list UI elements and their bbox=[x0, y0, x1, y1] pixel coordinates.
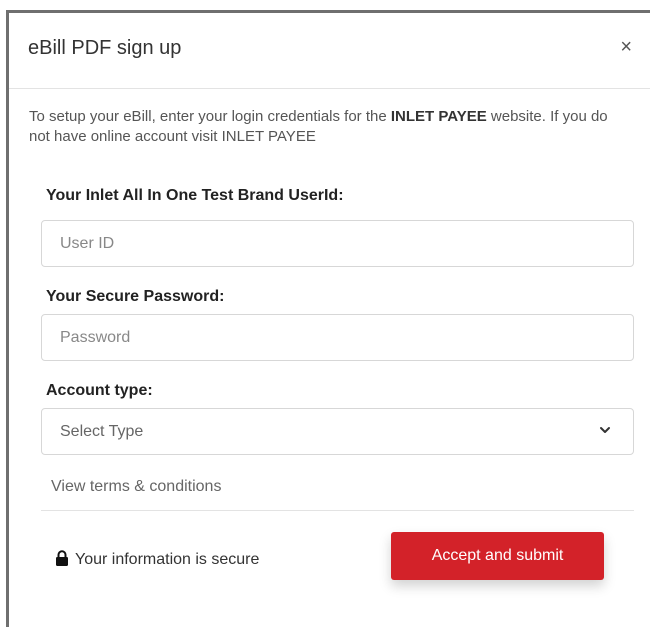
footer-divider bbox=[41, 510, 634, 511]
close-icon[interactable]: × bbox=[620, 37, 632, 57]
password-label: Your Secure Password: bbox=[46, 288, 225, 305]
modal-title: eBill PDF sign up bbox=[28, 37, 182, 59]
secure-text: Your information is secure bbox=[75, 551, 260, 568]
terms-link[interactable]: View terms & conditions bbox=[51, 478, 221, 496]
password-input[interactable] bbox=[41, 314, 634, 361]
ebill-signup-modal: eBill PDF sign up × To setup your eBill,… bbox=[9, 13, 650, 623]
account-type-label: Account type: bbox=[46, 382, 153, 399]
chevron-down-icon bbox=[600, 427, 610, 433]
account-type-select[interactable]: Select Type bbox=[41, 408, 634, 455]
modal-header: eBill PDF sign up × bbox=[9, 13, 650, 89]
intro-text: To setup your eBill, enter your login cr… bbox=[29, 107, 619, 147]
intro-payee-name: INLET PAYEE bbox=[390, 108, 487, 125]
intro-text-part: To setup your eBill, enter your login cr… bbox=[29, 108, 391, 125]
account-type-selected: Select Type bbox=[60, 423, 144, 440]
secure-note: Your information is secure bbox=[55, 550, 259, 569]
userid-input[interactable] bbox=[41, 220, 634, 267]
accept-submit-button[interactable]: Accept and submit bbox=[391, 532, 604, 580]
lock-icon bbox=[56, 550, 68, 566]
userid-label: Your Inlet All In One Test Brand UserId: bbox=[46, 187, 344, 204]
